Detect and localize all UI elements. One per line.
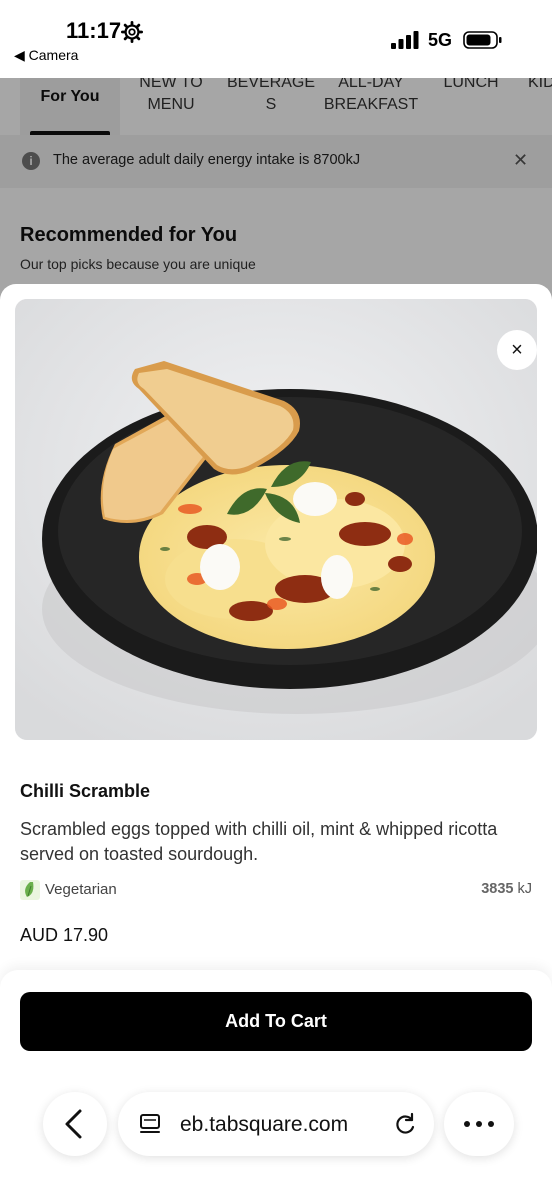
close-icon: × (511, 339, 523, 361)
battery-icon (463, 31, 502, 49)
energy-unit: kJ (517, 881, 533, 897)
more-icon (464, 1121, 470, 1127)
close-button[interactable]: × (497, 330, 537, 370)
more-button[interactable] (444, 1092, 514, 1156)
energy-number: 3835 (481, 881, 514, 897)
leaf-icon (20, 880, 40, 900)
add-to-cart-button[interactable]: Add To Cart (20, 992, 532, 1051)
dietary-label: Vegetarian (45, 881, 117, 898)
browser-back-button[interactable] (43, 1092, 107, 1156)
status-time: 11:17 (66, 18, 122, 43)
browser-toolbar: eb.tabsquare.com (0, 1090, 552, 1160)
back-to-camera-link[interactable]: ◀ Camera (14, 47, 78, 64)
energy-value: 3835 kJ (481, 881, 532, 897)
item-description: Scrambled eggs topped with chilli oil, m… (20, 819, 498, 864)
gear-icon (121, 21, 143, 43)
chilli-scramble-image (15, 299, 537, 740)
item-name: Chilli Scramble (20, 781, 151, 801)
address-bar[interactable]: eb.tabsquare.com (118, 1092, 434, 1156)
network-type: 5G (428, 30, 453, 50)
status-bar: 11:17 ◀ Camera 5G (0, 0, 552, 78)
tabs-icon[interactable] (138, 1112, 162, 1136)
item-price: AUD 17.90 (20, 925, 109, 945)
sheet-footer: Add To Cart (0, 970, 552, 1200)
item-detail-sheet: × Chilli Scramble Scrambled eggs topped … (0, 284, 552, 1200)
url-text: eb.tabsquare.com (180, 1113, 349, 1136)
reload-icon[interactable] (392, 1111, 418, 1137)
item-photo: × (15, 299, 537, 740)
modal-backdrop[interactable] (0, 78, 552, 318)
back-arrow-icon (65, 1109, 82, 1139)
signal-icon (391, 31, 419, 49)
